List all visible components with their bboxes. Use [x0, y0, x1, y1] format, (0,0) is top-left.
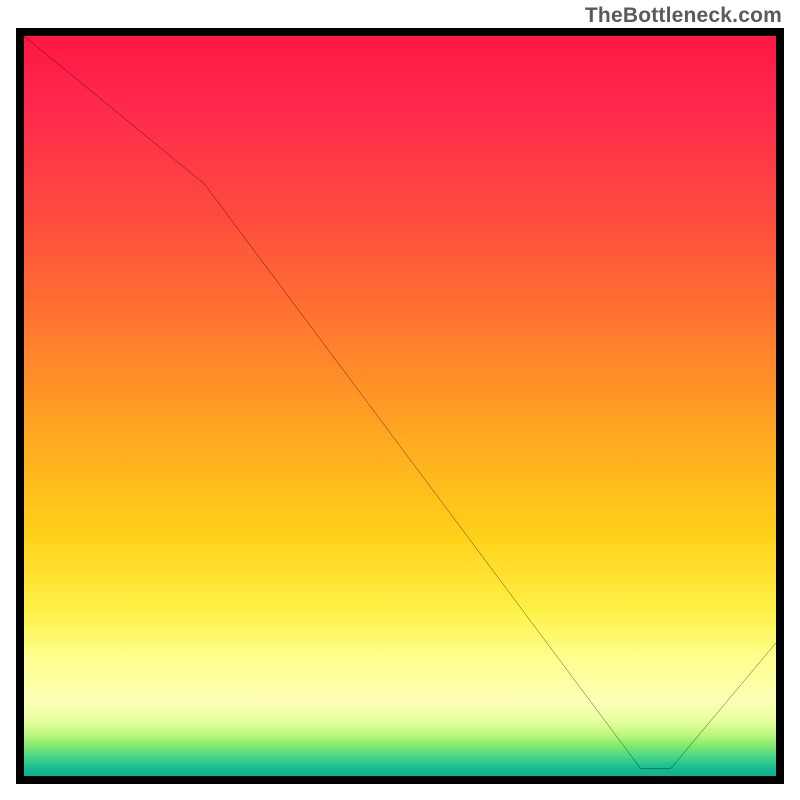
plot-svg: [24, 36, 776, 776]
watermark-text: TheBottleneck.com: [585, 4, 782, 28]
chart-canvas: TheBottleneck.com: [0, 0, 800, 800]
data-line: [24, 36, 776, 769]
plot-frame: [16, 28, 784, 784]
